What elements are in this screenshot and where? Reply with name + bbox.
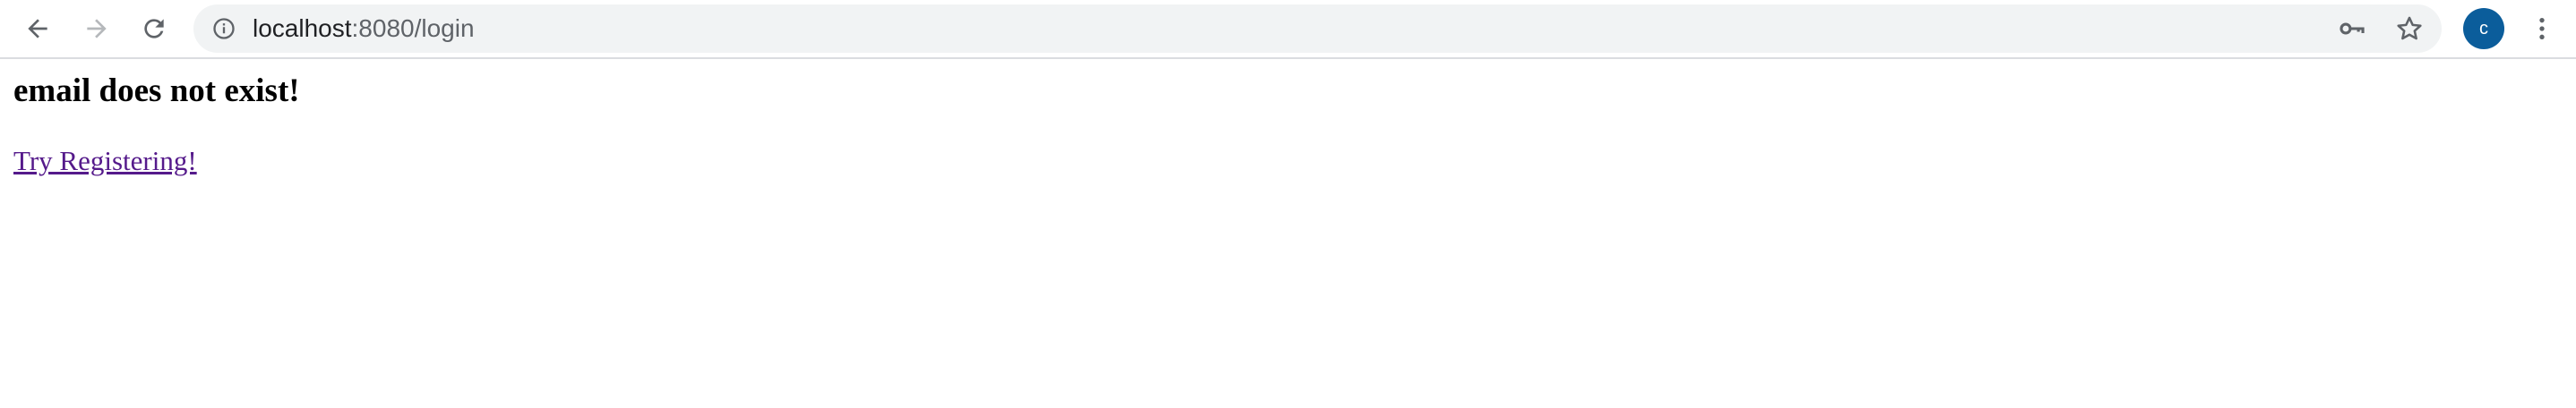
- back-button[interactable]: [18, 9, 57, 48]
- arrow-left-icon: [28, 19, 47, 38]
- bookmark-star-icon[interactable]: [2391, 11, 2427, 47]
- address-bar[interactable]: localhost:8080/login: [193, 4, 2442, 53]
- reload-icon: [144, 19, 164, 38]
- browser-menu-button[interactable]: [2522, 9, 2562, 48]
- reload-button[interactable]: [134, 9, 174, 48]
- key-icon[interactable]: [2334, 11, 2370, 47]
- browser-toolbar: localhost:8080/login c: [0, 0, 2576, 59]
- url-text[interactable]: localhost:8080/login: [253, 4, 475, 53]
- url-path: :8080/login: [351, 14, 475, 42]
- page-heading: email does not exist!: [13, 72, 300, 109]
- profile-avatar[interactable]: c: [2463, 8, 2504, 49]
- info-icon[interactable]: [211, 16, 236, 41]
- url-host: localhost: [253, 14, 352, 42]
- more-vertical-icon: [2539, 18, 2545, 39]
- forward-button[interactable]: [77, 9, 116, 48]
- try-registering-link[interactable]: Try Registering!: [13, 145, 197, 177]
- arrow-right-icon: [87, 19, 107, 38]
- page-content: email does not exist! Try Registering!: [0, 59, 2576, 408]
